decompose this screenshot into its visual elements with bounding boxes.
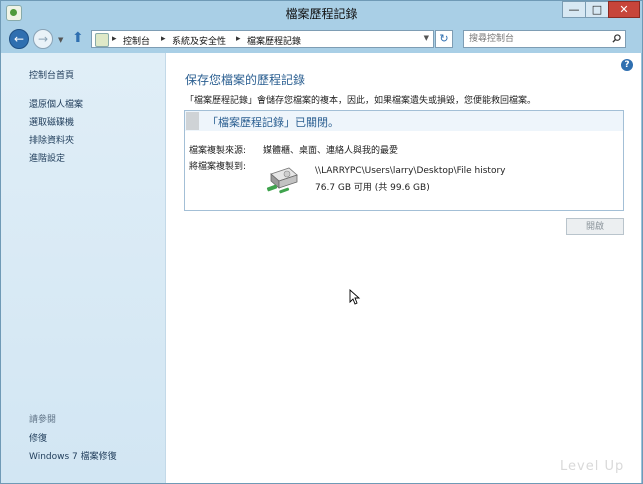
status-header: 「檔案歷程記錄」已關閉。 — [185, 111, 623, 131]
title-bar[interactable]: 檔案歷程記錄 — □ ✕ — [1, 1, 642, 23]
minimize-button[interactable]: — — [562, 1, 586, 18]
address-dropdown-icon[interactable]: ▼ — [424, 34, 429, 42]
sidebar-item-restore-files[interactable]: 還原個人檔案 — [29, 97, 83, 110]
destination-label: 將檔案複製到: — [189, 162, 247, 172]
sidebar-item-advanced-settings[interactable]: 進階設定 — [29, 151, 65, 164]
address-bar[interactable]: ▸ 控制台 ▸ 系統及安全性 ▸ 檔案歷程記錄 ▼ — [91, 30, 434, 48]
recent-pages-dropdown-icon[interactable]: ▼ — [58, 36, 63, 44]
mouse-cursor-icon — [349, 289, 361, 305]
page-description: 「檔案歷程記錄」會儲存您檔案的複本，因此，如果檔案遺失或損毀，您便能救回檔案。 — [185, 96, 537, 106]
search-input[interactable] — [469, 32, 599, 46]
breadcrumb-separator: ▸ — [236, 34, 241, 44]
help-icon[interactable]: ? — [621, 59, 633, 71]
breadcrumb-separator: ▸ — [161, 34, 166, 44]
sidebar-item-windows7-recovery[interactable]: Windows 7 檔案修復 — [29, 449, 117, 462]
breadcrumb-control-panel[interactable]: 控制台 — [123, 34, 150, 47]
window-frame: 檔案歷程記錄 — □ ✕ ← → ▼ ⬆ ▸ 控制台 ▸ 系統及安全性 ▸ 檔案… — [0, 0, 643, 484]
sidebar: 控制台首頁 還原個人檔案 選取磁碟機 排除資料夾 進階設定 請參閱 修復 Win… — [1, 53, 166, 483]
status-indicator — [186, 112, 199, 130]
see-also-label: 請參閱 — [29, 415, 57, 425]
sidebar-item-select-drive[interactable]: 選取磁碟機 — [29, 115, 74, 128]
breadcrumb-separator: ▸ — [112, 34, 117, 44]
turn-on-button[interactable]: 開啟 — [566, 218, 624, 235]
sidebar-item-recovery[interactable]: 修復 — [29, 431, 47, 444]
breadcrumb-file-history[interactable]: 檔案歷程記錄 — [247, 34, 301, 47]
back-button[interactable]: ← — [9, 29, 29, 49]
search-icon[interactable] — [612, 34, 621, 43]
source-label: 檔案複製來源: — [189, 146, 247, 156]
status-title: 「檔案歷程記錄」已關閉。 — [207, 116, 339, 129]
external-drive-icon — [266, 167, 298, 194]
refresh-button[interactable]: ↻ — [435, 30, 453, 48]
up-level-button[interactable]: ⬆ — [72, 30, 84, 46]
status-panel: 「檔案歷程記錄」已關閉。 檔案複製來源: 媒體櫃、桌面、連絡人與我的最愛 將檔案… — [184, 110, 624, 211]
sidebar-item-control-panel-home[interactable]: 控制台首頁 — [29, 68, 74, 81]
sidebar-item-exclude-folders[interactable]: 排除資料夾 — [29, 133, 74, 146]
navigation-bar: ← → ▼ ⬆ ▸ 控制台 ▸ 系統及安全性 ▸ 檔案歷程記錄 ▼ ↻ — [1, 23, 642, 53]
search-box[interactable] — [463, 30, 626, 48]
destination-space: 76.7 GB 可用 (共 99.6 GB) — [315, 183, 430, 193]
source-value: 媒體櫃、桌面、連絡人與我的最愛 — [263, 146, 399, 156]
destination-path: \\LARRYPC\Users\larry\Desktop\File histo… — [315, 166, 506, 176]
page-title: 保存您檔案的歷程記錄 — [185, 73, 306, 87]
main-content: ? 保存您檔案的歷程記錄 「檔案歷程記錄」會儲存您檔案的複本，因此，如果檔案遺失… — [166, 53, 641, 483]
window-title: 檔案歷程記錄 — [285, 7, 358, 21]
maximize-button[interactable]: □ — [585, 1, 609, 18]
forward-button[interactable]: → — [33, 29, 53, 49]
watermark-text: Level Up — [560, 459, 625, 474]
breadcrumb-system-security[interactable]: 系統及安全性 — [172, 34, 226, 47]
close-button[interactable]: ✕ — [608, 1, 640, 18]
control-panel-icon — [95, 33, 109, 47]
